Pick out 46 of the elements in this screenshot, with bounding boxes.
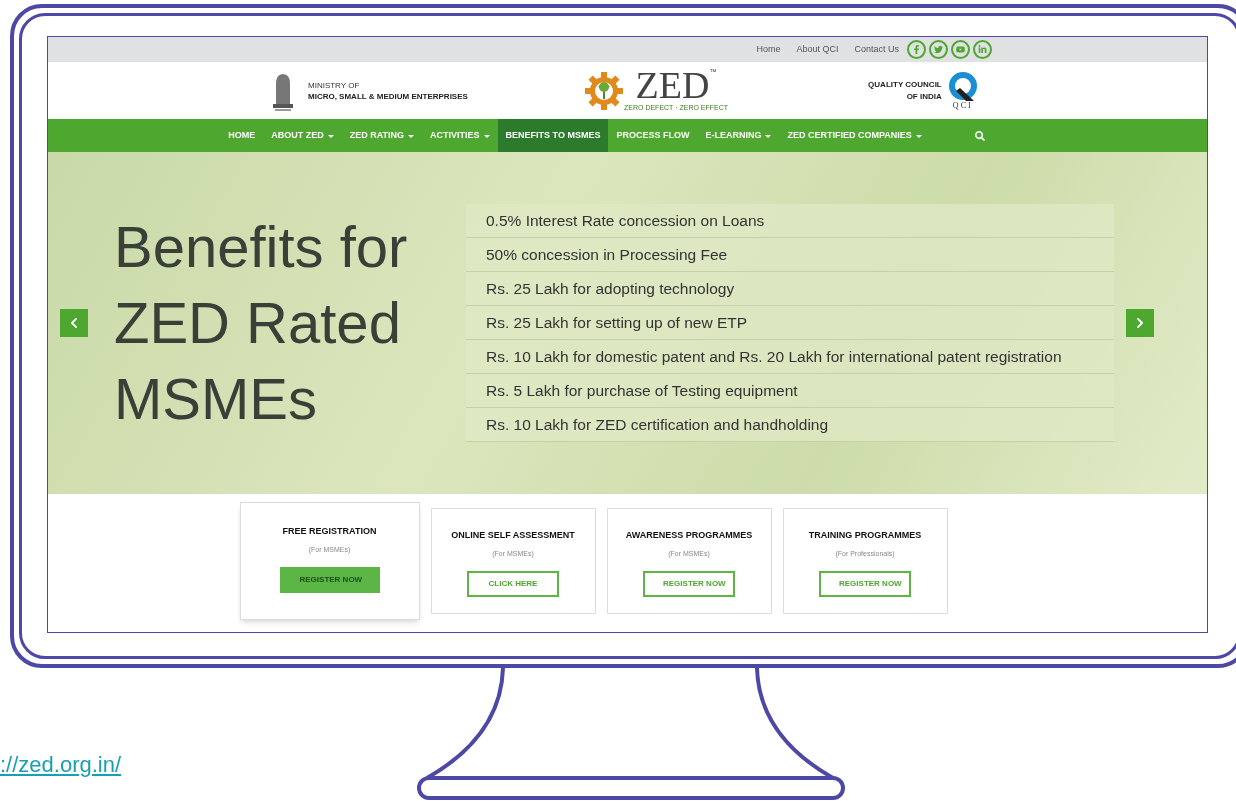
card-title: FREE REGISTRATION	[282, 525, 377, 538]
chevron-right-icon	[1134, 317, 1146, 329]
qci-name: OF INDIA	[906, 90, 942, 103]
hero-headline: MSMEs	[114, 365, 318, 433]
benefit-row: Rs. 25 Lakh for setting up of new ETP	[466, 306, 1114, 340]
nav-item[interactable]: ZED RATING	[341, 119, 423, 152]
benefit-row: Rs. 25 Lakh for adopting technology	[466, 272, 1114, 306]
hero-headline: ZED Rated	[114, 289, 402, 357]
top-link[interactable]: Home	[756, 42, 781, 57]
ministry-name: MICRO, SMALL & MEDIUM ENTERPRISES	[308, 90, 468, 102]
card-action-button[interactable]: REGISTER NOW	[643, 571, 735, 597]
benefit-row: 50% concession in Processing Fee	[466, 238, 1114, 272]
benefit-row: Rs. 10 Lakh for domestic patent and Rs. 20 Lakh for international patent registration	[466, 340, 1114, 374]
ministry-label: MINISTRY OF	[308, 79, 361, 91]
website-url-link[interactable]: ://zed.org.in/	[0, 748, 122, 781]
benefit-row: 0.5% Interest Rate concession on Loans	[466, 204, 1114, 238]
twitter-icon[interactable]	[929, 40, 948, 59]
nav-item[interactable]: ACTIVITIES	[422, 119, 498, 152]
card-title: ONLINE SELF ASSESSMENT	[451, 529, 575, 542]
card-action-button[interactable]: REGISTER NOW	[279, 567, 380, 593]
next-slide-button[interactable]	[1126, 309, 1154, 337]
facebook-icon[interactable]	[907, 40, 926, 59]
nav-item[interactable]: E-LEARNING	[697, 119, 780, 152]
card-action-button[interactable]: CLICK HERE	[467, 571, 559, 597]
card-action-button[interactable]: REGISTER NOW	[819, 571, 911, 597]
top-link[interactable]: About QCI	[796, 42, 839, 57]
nav-item[interactable]: PROCESS FLOW	[608, 119, 698, 152]
qci-mark: QCI	[952, 101, 973, 110]
benefit-row: Rs. 10 Lakh for ZED certification and handholding	[466, 408, 1114, 442]
chevron-left-icon	[68, 317, 80, 329]
qci-name: QUALITY COUNCIL	[868, 78, 942, 91]
zed-logo-text: ZED	[635, 67, 710, 104]
nav-item[interactable]: BENEFITS TO MSMES	[497, 119, 609, 152]
card-title: TRAINING PROGRAMMES	[808, 529, 922, 542]
nav-item[interactable]: ABOUT ZED	[263, 119, 342, 152]
card-title: AWARENESS PROGRAMMES	[625, 529, 753, 542]
nav-item[interactable]: HOME	[220, 119, 264, 152]
hero-headline: Benefits for	[114, 213, 409, 281]
benefit-row: Rs. 5 Lakh for purchase of Testing equipment	[466, 374, 1114, 408]
previous-slide-button[interactable]	[60, 309, 88, 337]
nav-item[interactable]: ZED CERTIFIED COMPANIES	[779, 119, 930, 152]
youtube-icon[interactable]	[951, 40, 970, 59]
linkedin-icon[interactable]	[973, 40, 992, 59]
top-link[interactable]: Contact Us	[854, 42, 899, 57]
search-icon	[974, 130, 985, 141]
gear-tree-logo-icon	[584, 70, 624, 111]
